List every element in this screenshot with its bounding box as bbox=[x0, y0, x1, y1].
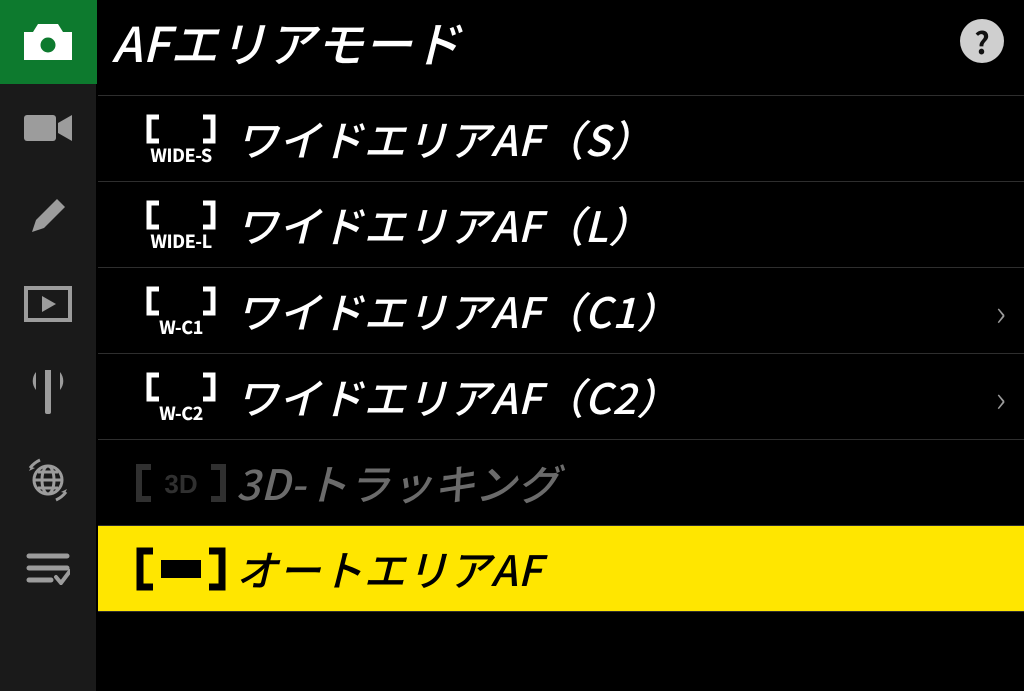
af-auto-icon bbox=[126, 545, 236, 593]
help-button[interactable]: ? bbox=[960, 19, 1004, 63]
af-brackets-icon: WIDE-S bbox=[126, 114, 236, 164]
af-icon-sublabel: WIDE-L bbox=[150, 232, 211, 250]
af-3d-icon: 3D bbox=[126, 461, 236, 505]
sidebar-item-edit[interactable] bbox=[0, 172, 97, 260]
af-mode-wc2[interactable]: W-C2 ワイドエリアAF（C2） › bbox=[98, 354, 1024, 440]
af-brackets-icon: W-C1 bbox=[126, 286, 236, 336]
af-mode-wide-s[interactable]: WIDE-S ワイドエリアAF（S） bbox=[98, 96, 1024, 182]
globe-icon bbox=[26, 458, 70, 502]
af-mode-3d: 3D 3D-トラッキング bbox=[98, 440, 1024, 526]
af-brackets-icon: WIDE-L bbox=[126, 200, 236, 250]
af-mode-label: ワイドエリアAF（C1） bbox=[236, 280, 996, 341]
sidebar-item-mymenu[interactable] bbox=[0, 524, 97, 612]
af-mode-wide-l[interactable]: WIDE-L ワイドエリアAF（L） bbox=[98, 182, 1024, 268]
mymenu-icon bbox=[26, 551, 70, 585]
menu-sidebar bbox=[0, 0, 98, 691]
af-mode-list: WIDE-S ワイドエリアAF（S） WIDE-L ワイドエリアAF（L） bbox=[98, 84, 1024, 691]
af-mode-label: オートエリアAF bbox=[236, 538, 1006, 599]
play-icon bbox=[24, 286, 72, 322]
svg-text:3D: 3D bbox=[164, 469, 197, 499]
af-mode-auto[interactable]: オートエリアAF bbox=[98, 526, 1024, 612]
af-mode-label: ワイドエリアAF（C2） bbox=[236, 366, 996, 427]
af-mode-label: ワイドエリアAF（L） bbox=[236, 194, 1006, 255]
sidebar-item-video[interactable] bbox=[0, 84, 97, 172]
af-icon-sublabel: WIDE-S bbox=[150, 146, 211, 164]
af-icon-sublabel: W-C2 bbox=[159, 404, 203, 422]
sidebar-item-setup[interactable] bbox=[0, 348, 97, 436]
page-title: AFエリアモード bbox=[112, 6, 960, 76]
main-panel: AFエリアモード ? WIDE-S ワイドエリアAF（S） bbox=[98, 0, 1024, 691]
pencil-icon bbox=[27, 195, 69, 237]
af-icon-sublabel: W-C1 bbox=[159, 318, 203, 336]
af-mode-label: 3D-トラッキング bbox=[236, 452, 1006, 513]
video-icon bbox=[24, 111, 72, 145]
chevron-right-icon: › bbox=[996, 371, 1006, 423]
af-mode-wc1[interactable]: W-C1 ワイドエリアAF（C1） › bbox=[98, 268, 1024, 354]
sidebar-item-network[interactable] bbox=[0, 436, 97, 524]
chevron-right-icon: › bbox=[996, 285, 1006, 337]
wrench-icon bbox=[28, 370, 68, 414]
sidebar-item-playback[interactable] bbox=[0, 260, 97, 348]
af-brackets-icon: W-C2 bbox=[126, 372, 236, 422]
af-mode-label: ワイドエリアAF（S） bbox=[236, 108, 1006, 169]
list-overflow-top bbox=[98, 84, 1024, 96]
page-header: AFエリアモード ? bbox=[98, 0, 1024, 84]
sidebar-item-photo[interactable] bbox=[0, 0, 97, 84]
camera-icon bbox=[20, 20, 76, 64]
